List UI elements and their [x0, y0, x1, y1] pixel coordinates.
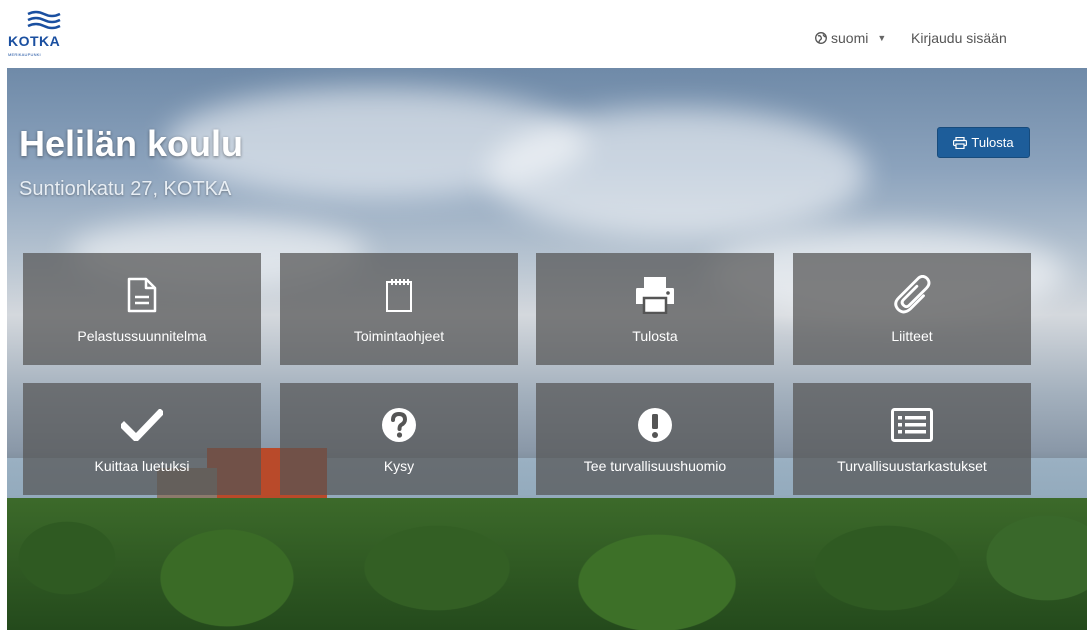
tile-turvallisuustarkastukset[interactable]: Turvallisuustarkastukset: [793, 383, 1031, 495]
tile-kysy[interactable]: Kysy: [280, 383, 518, 495]
checkmark-icon: [121, 405, 163, 445]
print-button[interactable]: Tulosta: [937, 127, 1030, 158]
logo-text: KOTKA: [8, 33, 61, 49]
language-label: suomi: [831, 30, 869, 46]
printer-icon: [635, 275, 675, 315]
paperclip-icon: [893, 275, 931, 315]
caret-down-icon: ▼: [877, 33, 887, 43]
language-selector[interactable]: suomi ▼: [815, 30, 886, 46]
tile-tee-turvallisuushuomio[interactable]: Tee turvallisuushuomio: [536, 383, 774, 495]
tile-toimintaohjeet[interactable]: Toimintaohjeet: [280, 253, 518, 365]
tile-label: Liitteet: [891, 328, 933, 344]
exclamation-circle-icon: [637, 405, 673, 445]
document-icon: [127, 275, 157, 315]
tile-label: Tulosta: [632, 328, 678, 344]
tile-label: Kysy: [383, 458, 415, 474]
tile-label: Tee turvallisuushuomio: [583, 458, 727, 474]
wave-logo-icon: [27, 10, 61, 30]
hero-banner: Helilän koulu Suntionkatu 27, KOTKA Tulo…: [7, 68, 1087, 630]
notepad-icon: [385, 275, 413, 315]
tile-label: Pelastussuunnitelma: [77, 328, 207, 344]
tile-tulosta[interactable]: Tulosta: [536, 253, 774, 365]
tile-pelastussuunnitelma[interactable]: Pelastussuunnitelma: [23, 253, 261, 365]
list-icon: [891, 405, 933, 445]
page-title: Helilän koulu: [19, 123, 244, 164]
trees-decoration: [7, 498, 1087, 630]
print-button-label: Tulosta: [971, 135, 1014, 150]
logo-subtitle: MERIKAUPUNKI: [8, 52, 41, 57]
kotka-logo[interactable]: KOTKA MERIKAUPUNKI: [8, 8, 84, 64]
tile-label: Toimintaohjeet: [353, 328, 445, 344]
tile-label: Turvallisuustarkastukset: [837, 458, 987, 474]
cloud-decoration: [487, 108, 867, 238]
printer-icon: [953, 136, 968, 149]
login-link[interactable]: Kirjaudu sisään: [911, 30, 1007, 46]
globe-icon: [815, 32, 827, 44]
tile-liitteet[interactable]: Liitteet: [793, 253, 1031, 365]
question-circle-icon: [381, 405, 417, 445]
tile-label: Kuittaa luetuksi: [94, 458, 190, 474]
school-address: Suntionkatu 27, KOTKA: [19, 178, 232, 200]
tile-kuittaa-luetuksi[interactable]: Kuittaa luetuksi: [23, 383, 261, 495]
top-navbar: KOTKA MERIKAUPUNKI suomi ▼ Kirjaudu sisä…: [0, 0, 1087, 68]
